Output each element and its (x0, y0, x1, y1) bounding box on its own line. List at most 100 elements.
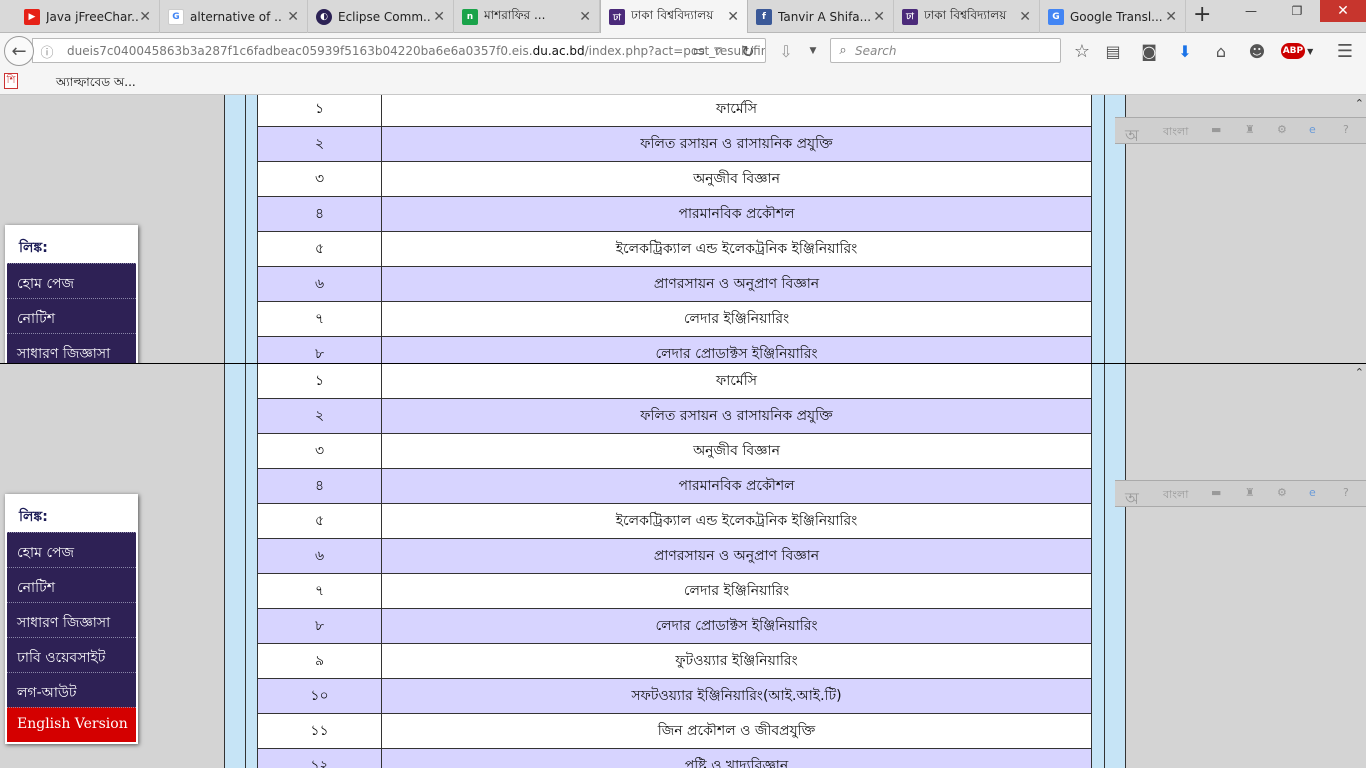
row-number: ৯ (257, 643, 382, 679)
tab-6[interactable]: ঢা ঢাকা বিশ্ববিদ্যালয় ✕ (894, 0, 1040, 33)
table-row: ৮ লেদার প্রোডাক্টস ইঞ্জিনিয়ারিং (257, 608, 1092, 644)
help-icon[interactable]: ? (1343, 123, 1349, 136)
row-number: ১২ (257, 748, 382, 768)
sidebar-item-notice[interactable]: নোটিশ (7, 567, 136, 602)
new-tab-button[interactable]: + (1193, 4, 1211, 26)
row-number: ৩ (257, 433, 382, 469)
sidebar-item-du-website[interactable]: ঢাবি ওয়েবসাইট (7, 637, 136, 672)
scroll-up-arrow-icon[interactable]: ⌃ (1355, 366, 1364, 379)
close-icon[interactable]: ✕ (727, 9, 739, 25)
tab-1[interactable]: G alternative of ... ✕ (160, 0, 308, 33)
language-label[interactable]: বাংলা (1163, 486, 1188, 505)
sidebar-item-notice[interactable]: নোটিশ (7, 298, 136, 333)
sidebar-item-logout[interactable]: লগ-আউট (7, 672, 136, 707)
row-number: ৫ (257, 231, 382, 267)
subject-name: ইলেকট্রিক্যাল এন্ড ইলেকট্রনিক ইঞ্জিনিয়া… (381, 231, 1092, 267)
keyboard-icon[interactable]: ▬ (1211, 123, 1221, 136)
results-table: ১ ফার্মেসি ২ ফলিত রসায়ন ও রাসায়নিক প্রযুক… (257, 95, 1092, 363)
google-icon: G (168, 8, 184, 25)
back-button[interactable]: ← (4, 36, 34, 66)
sidebar-item-faq[interactable]: সাধারণ জিজ্ঞাসা (7, 333, 136, 363)
sidebar-item-faq[interactable]: সাধারণ জিজ্ঞাসা (7, 602, 136, 637)
chat-icon[interactable]: ☻ (1246, 40, 1268, 62)
tab-3[interactable]: n মাশরাফির ... ✕ (454, 0, 600, 33)
youtube-icon: ▶ (24, 8, 40, 25)
language-label[interactable]: বাংলা (1163, 123, 1188, 142)
close-icon[interactable]: ✕ (873, 9, 885, 25)
close-icon[interactable]: ✕ (1019, 9, 1031, 25)
tab-2[interactable]: ◐ Eclipse Comm... ✕ (308, 0, 454, 33)
close-icon[interactable]: ✕ (1165, 9, 1177, 25)
table-row: ১২ পুষ্টি ও খাদ্যবিজ্ঞান (257, 748, 1092, 768)
du-icon: ঢা (609, 9, 625, 25)
close-icon[interactable]: ✕ (139, 9, 151, 25)
ie-icon[interactable]: e (1309, 123, 1316, 136)
tab-5[interactable]: f Tanvir A Shifa... ✕ (748, 0, 894, 33)
gear-icon[interactable]: ⚙ (1277, 123, 1287, 136)
menu-icon[interactable]: ☰ (1334, 40, 1356, 62)
facebook-icon: f (756, 8, 772, 25)
subject-name: পারমানবিক প্রকৌশল (381, 196, 1092, 232)
restore-button[interactable]: ❐ (1274, 0, 1320, 22)
reader-view-icon[interactable]: ▭ (690, 41, 708, 61)
bookmarks-menu-icon[interactable]: ▤ (1102, 40, 1124, 62)
scroll-up-arrow-icon[interactable]: ⌃ (1355, 97, 1364, 110)
bookmark-star-icon[interactable]: ☆ (1071, 40, 1093, 62)
row-number: ৫ (257, 503, 382, 539)
ie-icon[interactable]: e (1309, 486, 1316, 499)
du-icon: ঢা (902, 8, 918, 25)
tab-label: Google Transl... (1070, 9, 1162, 24)
window-close-button[interactable]: ✕ (1320, 0, 1366, 22)
adblock-icon[interactable]: ABP ▼ (1280, 40, 1313, 62)
site-info-icon[interactable]: ⓘ (38, 42, 56, 61)
sidebar-item-home[interactable]: হোম পেজ (7, 263, 136, 298)
url-bar[interactable]: dueis7c040045863b3a287f1c6fadbeac05939f5… (32, 38, 766, 63)
downloads-icon[interactable]: ⬇ (1174, 40, 1196, 62)
subject-name: জিন প্রকৌশল ও জীবপ্রযুক্তি (381, 713, 1092, 749)
row-number: ৭ (257, 573, 382, 609)
avro-icon[interactable]: অ (1125, 486, 1139, 513)
home-icon[interactable]: ⌂ (1210, 40, 1232, 62)
row-number: ৬ (257, 266, 382, 302)
table-row: ৫ ইলেকট্রিক্যাল এন্ড ইলেকট্রনিক ইঞ্জিনিয়… (257, 231, 1092, 267)
tab-4-active[interactable]: ঢা ঢাকা বিশ্ববিদ্যালয় ✕ (600, 0, 748, 34)
table-row: ৬ প্রাণরসায়ন ও অনুপ্রাণ বিজ্ঞান (257, 266, 1092, 302)
tab-label: ঢাকা বিশ্ববিদ্যালয় (631, 8, 714, 22)
close-icon[interactable]: ✕ (287, 9, 299, 25)
table-row: ২ ফলিত রসায়ন ও রাসায়নিক প্রযুক্তি (257, 126, 1092, 162)
bottle-icon[interactable]: ♜ (1245, 123, 1255, 136)
chevron-down-icon[interactable]: ▽ (710, 41, 726, 61)
gear-icon[interactable]: ⚙ (1277, 486, 1287, 499)
sidebar-item-home[interactable]: হোম পেজ (7, 532, 136, 567)
table-row: ৬ প্রাণরসায়ন ও অনুপ্রাণ বিজ্ঞান (257, 538, 1092, 574)
subject-name: লেদার প্রোডাক্টস ইঞ্জিনিয়ারিং (381, 608, 1092, 644)
bookmark-item[interactable]: অ্যাল্ফাবেড অ... (56, 74, 136, 94)
row-number: ১০ (257, 678, 382, 714)
row-number: ১ (257, 364, 382, 399)
subject-name: পারমানবিক প্রকৌশল (381, 468, 1092, 504)
search-input[interactable]: Search (830, 38, 1061, 63)
keyboard-icon[interactable]: ▬ (1211, 486, 1221, 499)
reload-icon[interactable]: ↻ (738, 41, 758, 61)
sidebar-header: লিঙ্ক: (7, 227, 136, 263)
dropdown-icon[interactable]: ▼ (806, 41, 820, 61)
row-number: ২ (257, 398, 382, 434)
help-icon[interactable]: ? (1343, 486, 1349, 499)
tab-7[interactable]: G Google Transl... ✕ (1040, 0, 1186, 33)
avro-icon[interactable]: অ (1125, 123, 1139, 150)
tab-0[interactable]: ▶ Java jFreeChar... ✕ (16, 0, 160, 33)
close-icon[interactable]: ✕ (433, 9, 445, 25)
close-icon[interactable]: ✕ (579, 9, 591, 25)
subject-name: লেদার ইঞ্জিনিয়ারিং (381, 573, 1092, 609)
tab-label: alternative of ... (190, 9, 282, 24)
table-row: ৪ পারমানবিক প্রকৌশল (257, 196, 1092, 232)
bookmark-favicon-icon: শি (4, 73, 18, 89)
links-sidebar: লিঙ্ক: হোম পেজ নোটিশ সাধারণ জিজ্ঞাসা ঢাব… (5, 225, 138, 363)
minimize-button[interactable]: — (1228, 0, 1274, 22)
bottle-icon[interactable]: ♜ (1245, 486, 1255, 499)
table-row: ৭ লেদার ইঞ্জিনিয়ারিং (257, 573, 1092, 609)
pocket-icon[interactable]: ◙ (1138, 40, 1160, 62)
download-arrow-icon[interactable]: ⇩ (776, 41, 796, 61)
news-icon: n (462, 8, 478, 25)
sidebar-item-english[interactable]: English Version (7, 707, 136, 742)
